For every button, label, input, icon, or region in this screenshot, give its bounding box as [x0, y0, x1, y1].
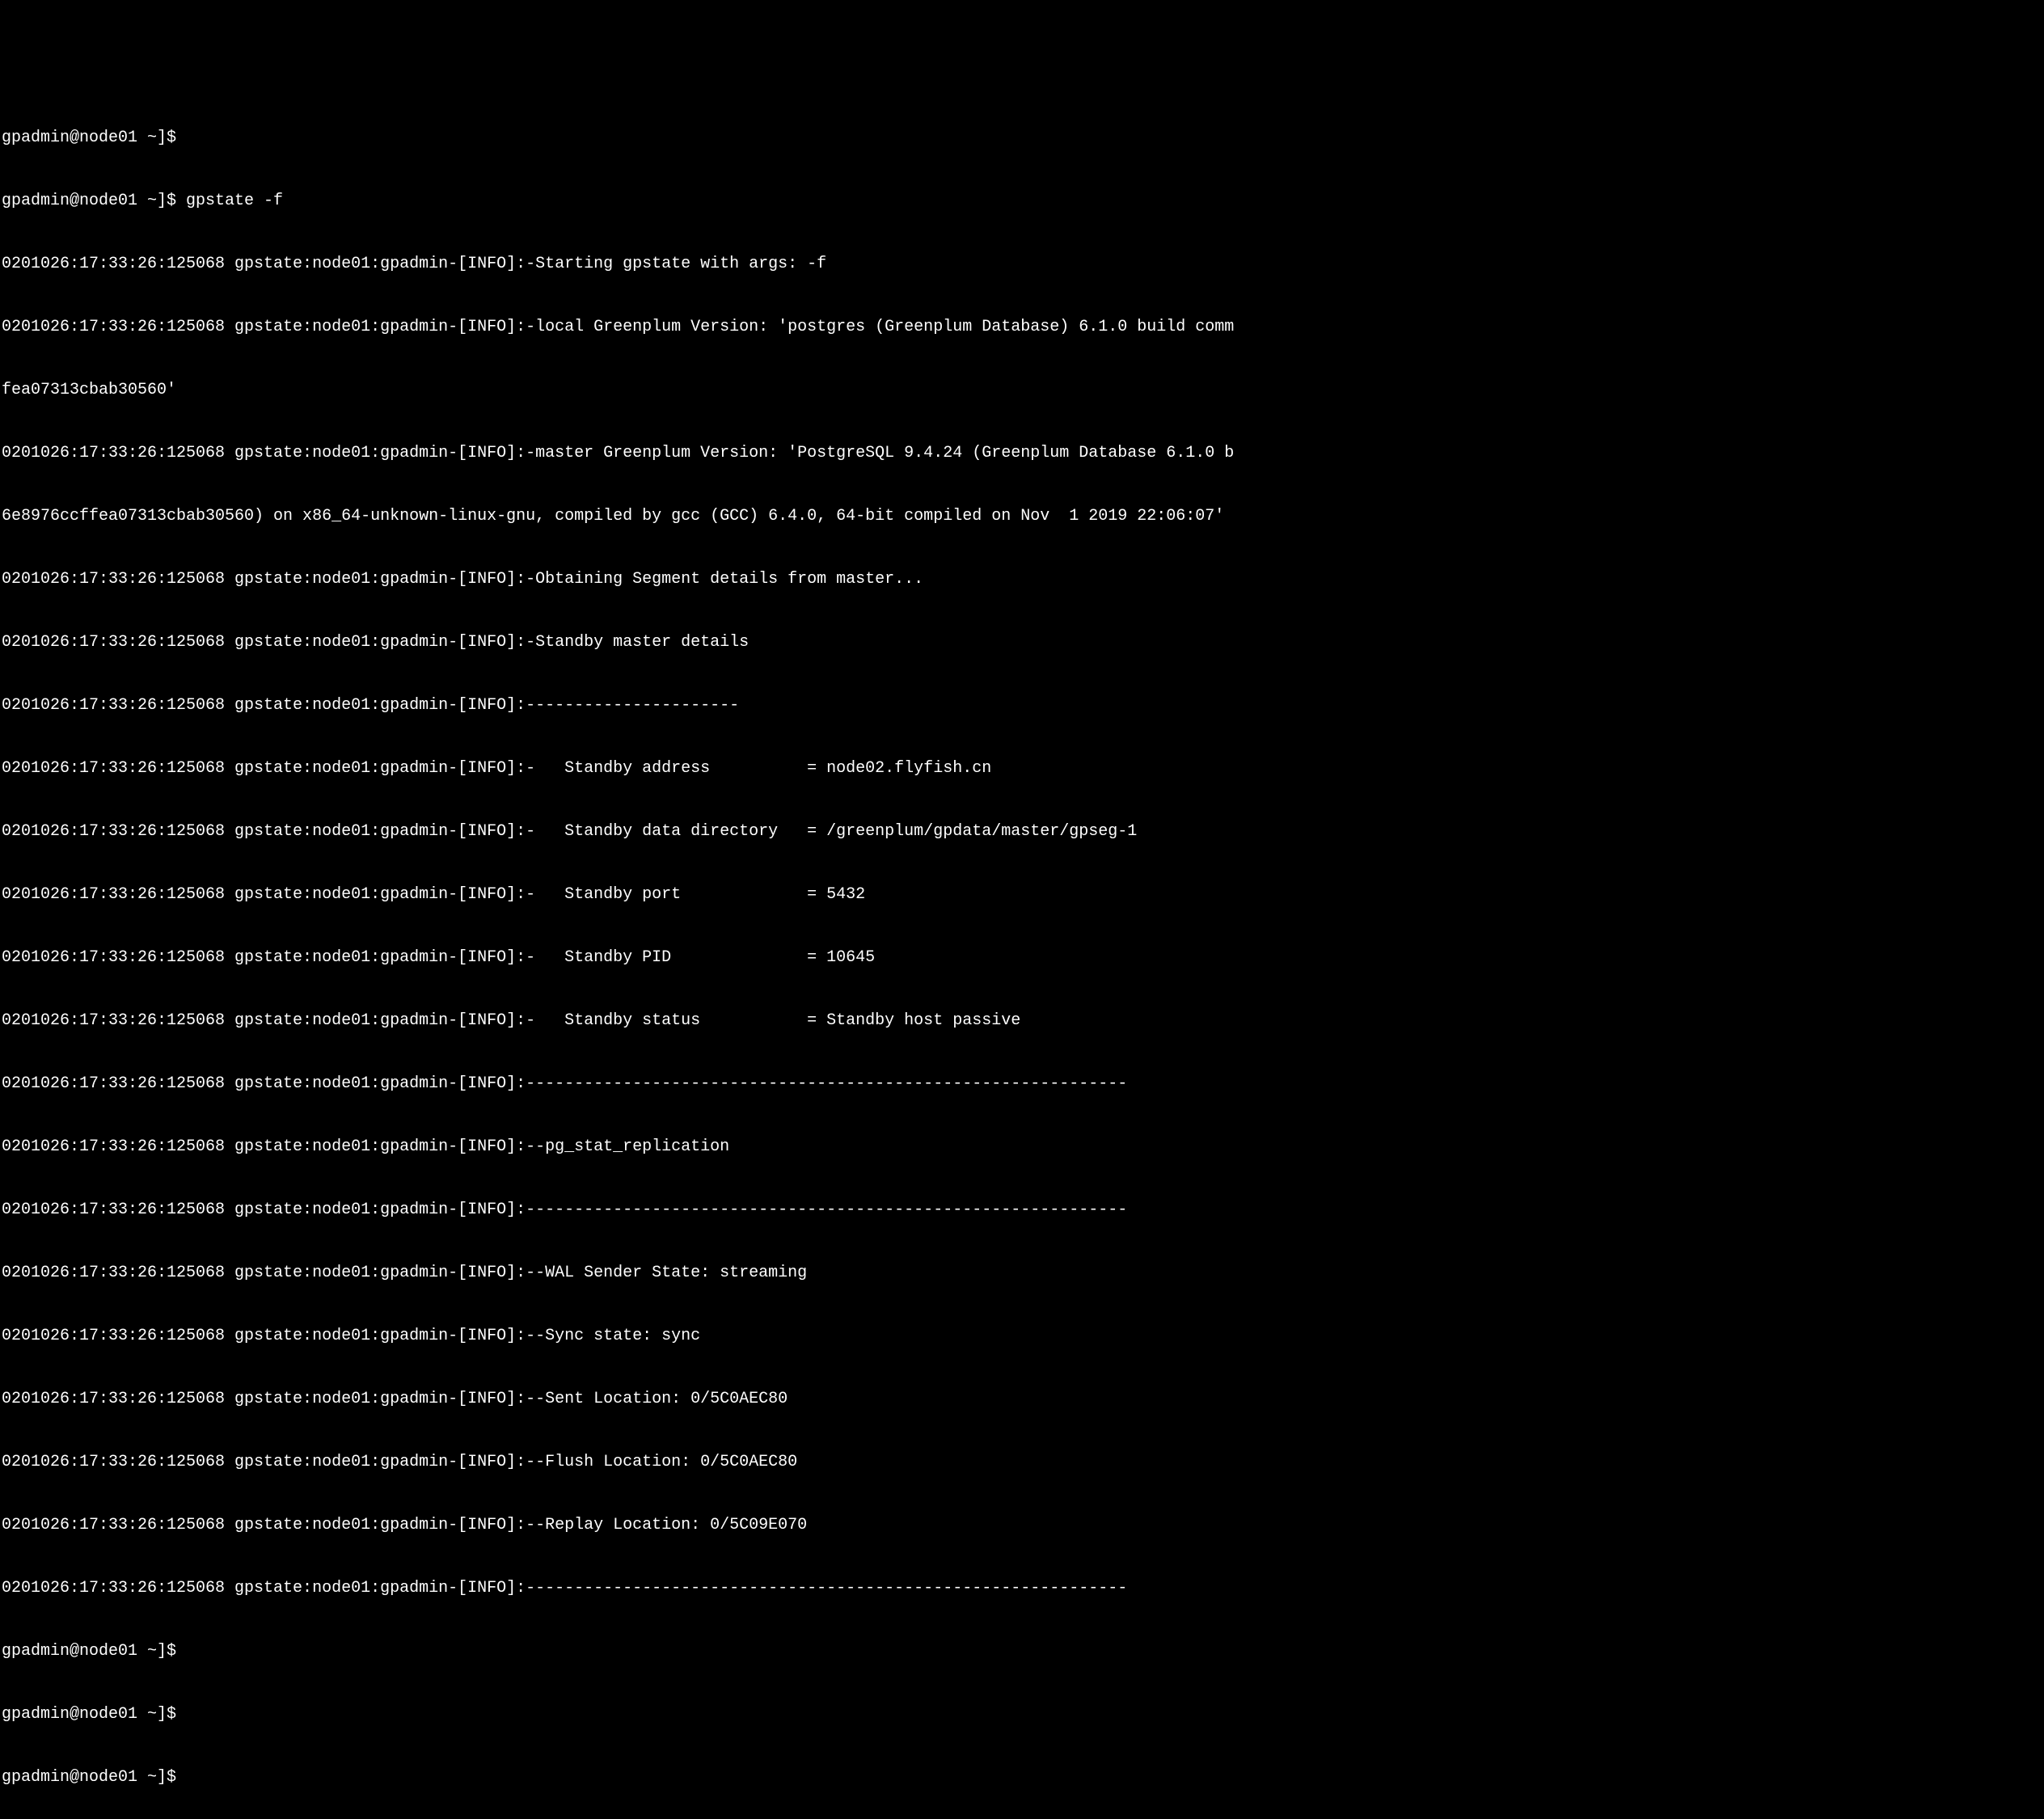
terminal-line: 0201026:17:33:26:125068 gpstate:node01:g…	[0, 1389, 2044, 1410]
terminal-line: 0201026:17:33:26:125068 gpstate:node01:g…	[0, 1578, 2044, 1599]
terminal-line: 0201026:17:33:26:125068 gpstate:node01:g…	[0, 317, 2044, 338]
terminal-line: 0201026:17:33:26:125068 gpstate:node01:g…	[0, 569, 2044, 590]
terminal-line: 0201026:17:33:26:125068 gpstate:node01:g…	[0, 821, 2044, 842]
terminal-line: 0201026:17:33:26:125068 gpstate:node01:g…	[0, 443, 2044, 464]
terminal-line: 0201026:17:33:26:125068 gpstate:node01:g…	[0, 695, 2044, 716]
terminal-line: 0201026:17:33:26:125068 gpstate:node01:g…	[0, 1074, 2044, 1095]
terminal-line: 0201026:17:33:26:125068 gpstate:node01:g…	[0, 1263, 2044, 1284]
terminal-line: 0201026:17:33:26:125068 gpstate:node01:g…	[0, 1326, 2044, 1347]
terminal-line: 6e8976ccffea07313cbab30560) on x86_64-un…	[0, 506, 2044, 527]
terminal-line: 0201026:17:33:26:125068 gpstate:node01:g…	[0, 1452, 2044, 1473]
terminal-line: 0201026:17:33:26:125068 gpstate:node01:g…	[0, 1515, 2044, 1536]
terminal-line: gpadmin@node01 ~]$	[0, 1767, 2044, 1788]
terminal-line: 0201026:17:33:26:125068 gpstate:node01:g…	[0, 884, 2044, 905]
terminal-line: gpadmin@node01 ~]$	[0, 1641, 2044, 1662]
terminal-line: 0201026:17:33:26:125068 gpstate:node01:g…	[0, 632, 2044, 653]
terminal-line: 0201026:17:33:26:125068 gpstate:node01:g…	[0, 254, 2044, 275]
terminal-output[interactable]: gpadmin@node01 ~]$ gpadmin@node01 ~]$ gp…	[0, 86, 2044, 1809]
terminal-line: gpadmin@node01 ~]$	[0, 128, 2044, 149]
terminal-line: 0201026:17:33:26:125068 gpstate:node01:g…	[0, 1200, 2044, 1221]
terminal-line: 0201026:17:33:26:125068 gpstate:node01:g…	[0, 758, 2044, 779]
terminal-line: gpadmin@node01 ~]$	[0, 1704, 2044, 1725]
terminal-line: 0201026:17:33:26:125068 gpstate:node01:g…	[0, 947, 2044, 969]
terminal-line: fea07313cbab30560'	[0, 380, 2044, 401]
terminal-line: 0201026:17:33:26:125068 gpstate:node01:g…	[0, 1137, 2044, 1158]
terminal-line: gpadmin@node01 ~]$ gpstate -f	[0, 191, 2044, 212]
terminal-line: 0201026:17:33:26:125068 gpstate:node01:g…	[0, 1011, 2044, 1032]
